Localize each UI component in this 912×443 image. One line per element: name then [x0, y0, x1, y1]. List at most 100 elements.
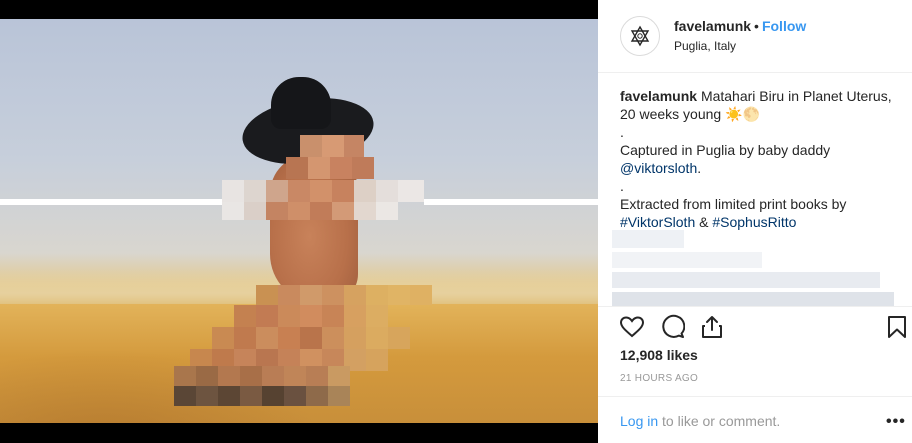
pixel-comment-block — [612, 252, 762, 268]
mention-link[interactable]: @viktorsloth — [620, 160, 697, 176]
pixel-block — [344, 327, 366, 349]
pixel-block — [306, 386, 328, 406]
pixelated-comments — [612, 230, 894, 308]
pixel-block — [332, 180, 354, 202]
pixel-comment-block — [612, 230, 684, 248]
pixel-block — [332, 202, 354, 220]
caption-line-3: Extracted from limited print books by #V… — [620, 195, 900, 231]
pixel-block — [354, 180, 376, 202]
pixel-block — [330, 157, 352, 179]
pixel-block — [256, 285, 278, 305]
pixel-block — [234, 305, 256, 327]
pixel-block — [308, 157, 330, 179]
pixel-block — [278, 305, 300, 327]
pixel-block — [174, 366, 196, 386]
post-footer: Log in to like or comment. ••• — [598, 396, 912, 443]
pixel-block — [244, 180, 266, 202]
pixel-block — [306, 366, 328, 386]
pixel-block — [366, 285, 388, 305]
pixel-block — [256, 305, 278, 327]
header-separator: • — [754, 18, 759, 34]
post-location[interactable]: Puglia, Italy — [674, 39, 736, 53]
pixel-block — [300, 327, 322, 349]
pixel-block — [410, 285, 432, 305]
pixel-block — [354, 202, 376, 220]
follow-button[interactable]: Follow — [762, 18, 806, 34]
post-username[interactable]: favelamunk — [674, 18, 751, 34]
post-photo[interactable] — [0, 19, 598, 423]
pixel-block — [366, 305, 388, 327]
pixel-block — [278, 327, 300, 349]
pixel-block — [174, 386, 196, 406]
pixel-block — [366, 349, 388, 371]
post-photo-pane — [0, 0, 598, 443]
pixel-block — [218, 366, 240, 386]
caption-text-2-suffix: . — [697, 160, 702, 176]
photo-hat-crown — [271, 77, 331, 129]
pixel-block — [256, 327, 278, 349]
pixel-block — [328, 386, 350, 406]
comment-icon[interactable] — [659, 314, 685, 340]
caption-line-2: Captured in Puglia by baby daddy @viktor… — [620, 141, 900, 177]
hashtag-link-2[interactable]: #SophusRitto — [712, 214, 796, 230]
pixel-block — [262, 366, 284, 386]
avatar[interactable] — [620, 16, 660, 56]
pixel-block — [398, 180, 424, 202]
pixel-block — [196, 366, 218, 386]
post-side-panel: favelamunk • Follow Puglia, Italy favelamu… — [598, 0, 912, 443]
post-caption: favelamunk Matahari Biru in Planet Uteru… — [620, 87, 900, 231]
caption-text-2: Captured in Puglia by baby daddy — [620, 142, 831, 158]
censor-bar-right — [424, 199, 598, 205]
pixel-block — [284, 366, 306, 386]
bookmark-icon[interactable] — [884, 314, 910, 340]
login-suffix: to like or comment. — [662, 413, 781, 429]
likes-count[interactable]: 12,908 likes — [620, 347, 698, 363]
pixel-block — [234, 327, 256, 349]
pixel-block — [278, 285, 300, 305]
star-of-david-icon — [630, 25, 650, 47]
pixel-block — [322, 135, 344, 157]
pixel-block — [244, 202, 266, 220]
pixel-block — [300, 285, 322, 305]
caption-dot-2: . — [620, 178, 624, 194]
pixel-block — [322, 285, 344, 305]
pixel-comment-block — [612, 272, 880, 288]
pixel-block — [240, 366, 262, 386]
pixel-block — [300, 135, 322, 157]
pixel-block — [366, 327, 388, 349]
pixel-block — [344, 285, 366, 305]
pixel-block — [344, 305, 366, 327]
pixel-block — [262, 386, 284, 406]
pixel-block — [222, 202, 244, 220]
pixel-block — [328, 366, 350, 386]
pixel-block — [300, 305, 322, 327]
pixel-block — [266, 202, 288, 220]
post-actions-bar — [598, 306, 912, 344]
pixel-block — [352, 157, 374, 179]
pixel-block — [212, 327, 234, 349]
pixel-block — [240, 386, 262, 406]
pixel-block — [196, 386, 218, 406]
pixel-block — [344, 135, 364, 157]
share-icon[interactable] — [699, 314, 725, 340]
login-prompt: Log in to like or comment. — [620, 413, 780, 429]
heart-icon[interactable] — [619, 314, 645, 340]
pixel-block — [376, 180, 398, 202]
post-timestamp[interactable]: 21 HOURS AGO — [620, 373, 698, 384]
login-link[interactable]: Log in — [620, 413, 658, 429]
caption-ampersand: & — [699, 214, 709, 230]
hashtag-link-1[interactable]: #ViktorSloth — [620, 214, 695, 230]
pixel-block — [286, 157, 308, 179]
pixel-block — [284, 386, 306, 406]
caption-username[interactable]: favelamunk — [620, 88, 697, 104]
caption-text-3: Extracted from limited print books by — [620, 196, 847, 212]
pixel-block — [322, 305, 344, 327]
more-options-button[interactable]: ••• — [886, 413, 906, 431]
post-header: favelamunk • Follow Puglia, Italy — [598, 0, 912, 73]
pixel-block — [376, 202, 398, 220]
pixel-block — [266, 180, 288, 202]
caption-dot-1: . — [620, 124, 624, 140]
pixel-comment-block — [612, 292, 894, 306]
pixel-block — [218, 386, 240, 406]
pixel-block — [288, 202, 310, 220]
